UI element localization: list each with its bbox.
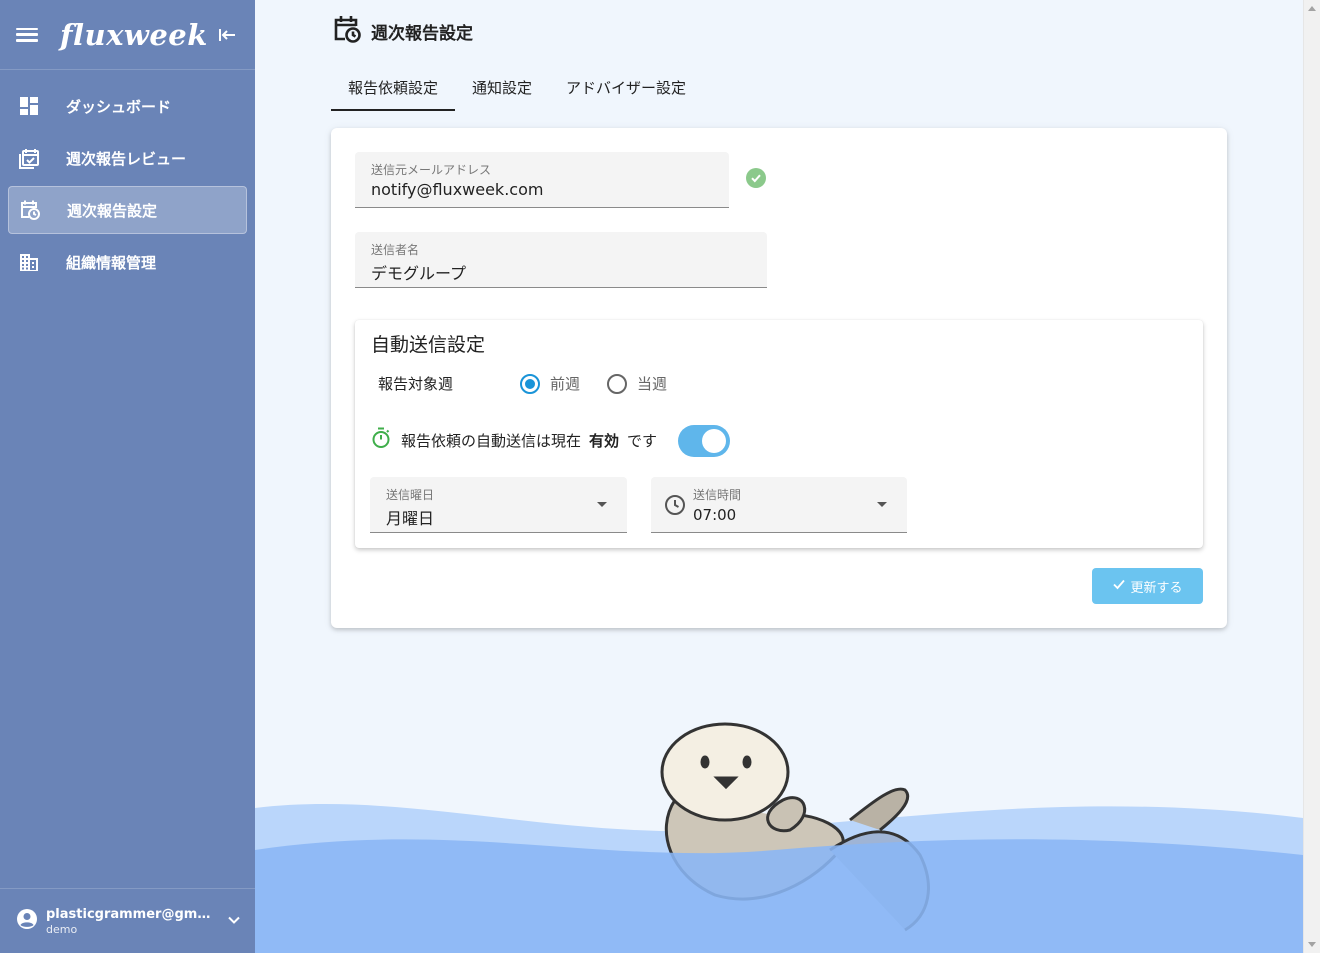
menu-icon[interactable]: [16, 26, 38, 44]
sidebar-item-label: 週次報告設定: [67, 201, 158, 220]
sender-name-field[interactable]: 送信者名 デモグループ: [355, 232, 767, 288]
auto-send-settings: 自動送信設定 報告対象週 前週 当週 報告依頼の自動送信は現在 有効 です 送信…: [355, 320, 1203, 548]
auto-send-status-prefix: 報告依頼の自動送信は現在: [401, 431, 582, 450]
collapse-sidebar-icon[interactable]: [217, 25, 237, 45]
settings-tabs: 報告依頼設定 通知設定 アドバイザー設定: [331, 64, 703, 111]
building-icon: [18, 251, 40, 273]
auto-send-status-value: 有効: [589, 431, 620, 450]
page-title: 週次報告設定: [333, 14, 473, 48]
send-time-value: 07:00: [693, 506, 737, 524]
user-email: plasticgrammer@gmail.com: [46, 906, 212, 922]
scroll-down-icon[interactable]: [1308, 942, 1316, 947]
sender-email-value: notify@fluxweek.com: [371, 180, 544, 199]
sidebar-item-label: 週次報告レビュー: [66, 149, 187, 168]
chevron-down-icon[interactable]: [227, 912, 241, 931]
send-time-select[interactable]: 送信時間 07:00: [651, 477, 907, 533]
sidebar: fluxweek ダッシュボード 週次報告レビュー 週次報告設定 組織情報管理 …: [0, 0, 255, 953]
radio-label: 当週: [637, 375, 668, 393]
otter-water-illustration: [255, 722, 1303, 953]
check-icon: [1112, 577, 1126, 595]
send-day-label: 送信曜日: [386, 488, 435, 502]
verified-check-icon: [746, 168, 766, 188]
user-role: demo: [46, 922, 78, 936]
tab-advisor-settings[interactable]: アドバイザー設定: [549, 64, 703, 111]
radio-previous-week[interactable]: 前週: [520, 373, 580, 394]
sidebar-item-dashboard[interactable]: ダッシュボード: [8, 82, 247, 130]
water-front-wave: [255, 839, 1303, 953]
auto-send-status: 報告依頼の自動送信は現在 有効 です: [371, 427, 657, 453]
dropdown-arrow-icon: [877, 502, 887, 507]
radio-unchecked-icon: [607, 373, 627, 394]
target-week-label: 報告対象週: [378, 375, 454, 393]
sidebar-item-weekly-settings[interactable]: 週次報告設定: [8, 186, 247, 234]
sidebar-item-organization[interactable]: 組織情報管理: [8, 238, 247, 286]
update-button-label: 更新する: [1130, 580, 1183, 596]
radio-current-week[interactable]: 当週: [607, 373, 667, 394]
sidebar-nav: ダッシュボード 週次報告レビュー 週次報告設定 組織情報管理: [0, 70, 255, 286]
timer-icon: [371, 427, 391, 453]
calendar-clock-icon: [19, 199, 41, 221]
calendar-check-icon: [18, 147, 40, 169]
sender-email-field[interactable]: 送信元メールアドレス notify@fluxweek.com: [355, 152, 729, 208]
request-settings-card: 送信元メールアドレス notify@fluxweek.com 送信者名 デモグル…: [331, 128, 1227, 628]
send-day-value: 月曜日: [386, 509, 435, 528]
clock-icon: [664, 494, 686, 520]
user-menu[interactable]: plasticgrammer@gmail.com demo: [0, 888, 255, 953]
sidebar-item-label: ダッシュボード: [66, 97, 172, 116]
calendar-clock-icon: [333, 14, 361, 48]
radio-checked-icon: [520, 373, 540, 394]
page-title-text: 週次報告設定: [371, 23, 473, 44]
sidebar-item-label: 組織情報管理: [66, 253, 157, 272]
send-time-label: 送信時間: [693, 488, 742, 502]
auto-send-status-suffix: です: [627, 431, 658, 450]
tab-notification-settings[interactable]: 通知設定: [455, 64, 549, 111]
app-logo[interactable]: fluxweek: [60, 18, 208, 52]
send-day-select[interactable]: 送信曜日 月曜日: [370, 477, 627, 533]
sidebar-header: fluxweek: [0, 0, 255, 70]
dropdown-arrow-icon: [597, 502, 607, 507]
update-button[interactable]: 更新する: [1092, 568, 1203, 604]
user-info: plasticgrammer@gmail.com demo: [46, 907, 227, 936]
sidebar-item-weekly-review[interactable]: 週次報告レビュー: [8, 134, 247, 182]
dashboard-icon: [18, 95, 40, 117]
scroll-up-icon[interactable]: [1308, 6, 1316, 11]
sender-email-label: 送信元メールアドレス: [371, 163, 492, 177]
auto-send-title: 自動送信設定: [371, 334, 486, 356]
account-icon: [16, 908, 38, 934]
auto-send-toggle[interactable]: [678, 425, 730, 457]
sender-name-value: デモグループ: [371, 264, 467, 283]
page-scrollbar[interactable]: [1303, 0, 1320, 953]
sender-name-label: 送信者名: [371, 243, 420, 257]
radio-label: 前週: [550, 375, 581, 393]
tab-request-settings[interactable]: 報告依頼設定: [331, 64, 456, 111]
